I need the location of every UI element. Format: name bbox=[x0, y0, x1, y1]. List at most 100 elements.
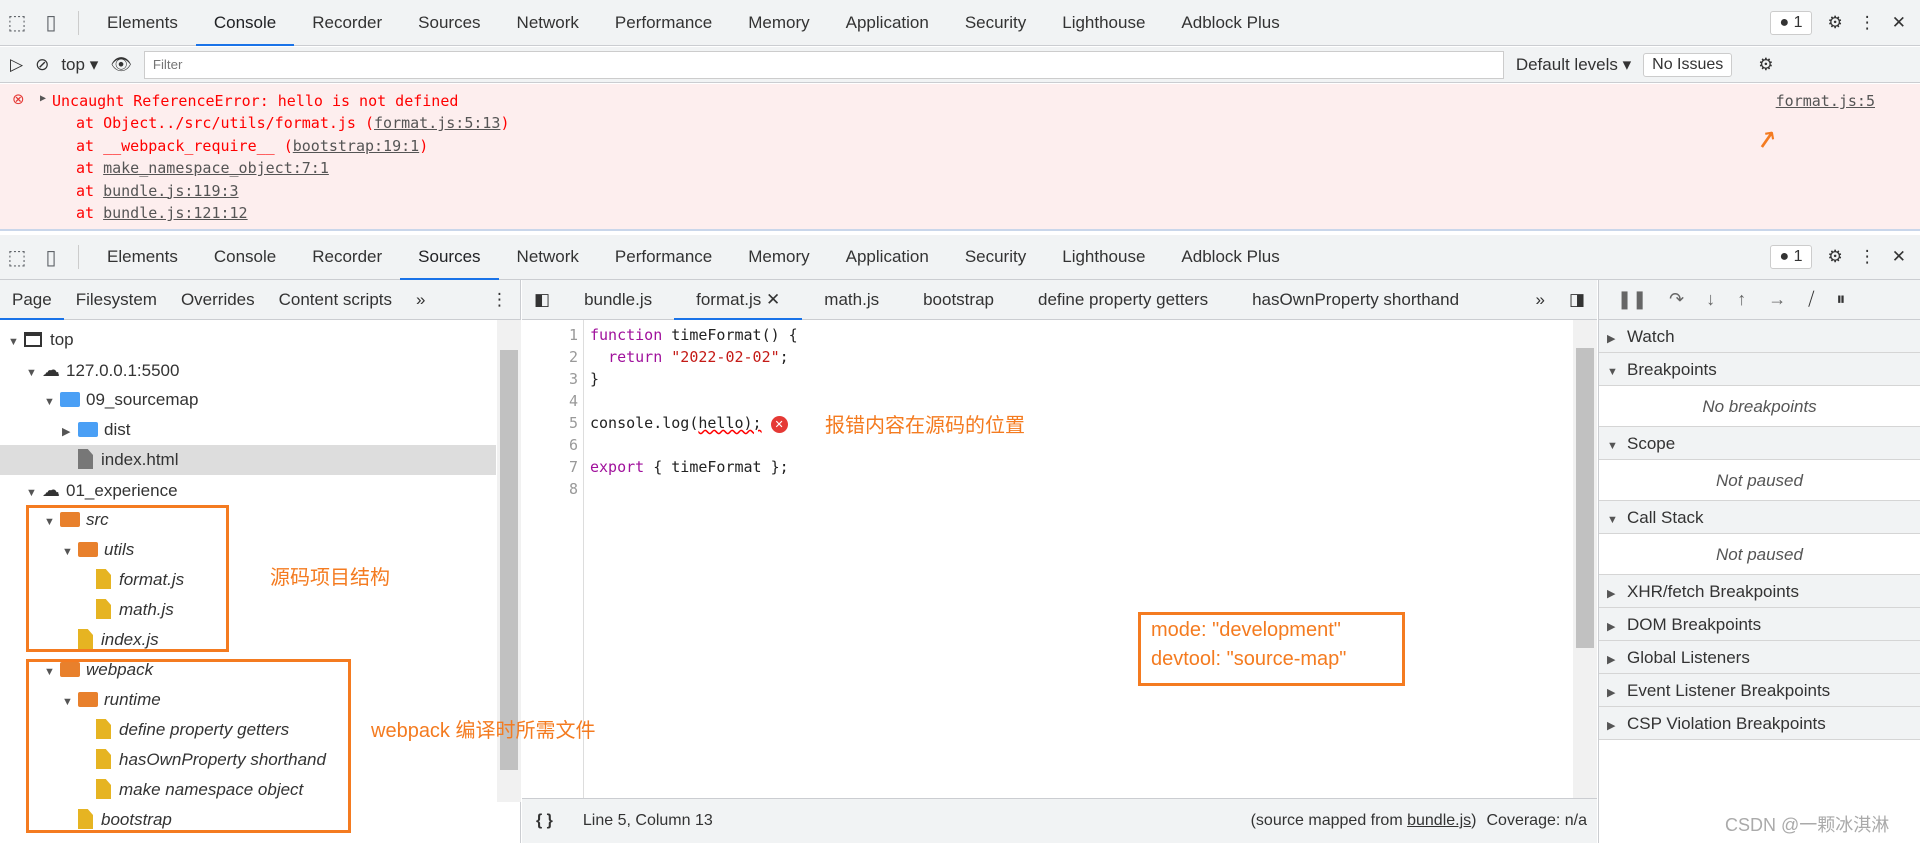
tab-sources[interactable]: Sources bbox=[400, 0, 498, 46]
step-out-icon[interactable]: ↑ bbox=[1737, 289, 1746, 310]
editor-tab[interactable]: bootstrap bbox=[901, 280, 1016, 320]
expand-triangle-icon[interactable]: ▶ bbox=[40, 93, 46, 104]
step-into-icon[interactable]: ↓ bbox=[1706, 289, 1715, 310]
levels-select[interactable]: Default levels ▾ bbox=[1516, 55, 1631, 75]
tree-item[interactable]: ▼ ☁ 01_experience bbox=[26, 475, 178, 505]
tab-elements[interactable]: Elements bbox=[89, 234, 196, 280]
inspect-element-icon[interactable]: ⬚ bbox=[0, 245, 34, 270]
eye-icon[interactable]: 👁 bbox=[110, 55, 132, 75]
tree-item[interactable]: index.html bbox=[0, 445, 496, 475]
editor-tab[interactable]: hasOwnProperty shorthand bbox=[1230, 280, 1481, 320]
sidebar-toggle-icon[interactable]: ▷ bbox=[10, 55, 23, 75]
bundle-link[interactable]: bundle.js bbox=[1407, 812, 1471, 829]
stack-frame: at make_namespace_object:7:1 bbox=[76, 159, 329, 177]
stack-frame-link[interactable]: bundle.js:119:3 bbox=[103, 182, 238, 200]
tab-memory[interactable]: Memory bbox=[730, 0, 827, 46]
editor-scrollbar[interactable] bbox=[1573, 320, 1597, 798]
tree-item[interactable]: ▼ top bbox=[8, 325, 74, 355]
editor-tab[interactable]: math.js bbox=[802, 280, 901, 320]
toggle-debugger-icon[interactable]: ◨ bbox=[1557, 280, 1597, 320]
debugger-section[interactable]: ▼ Breakpoints bbox=[1599, 353, 1920, 386]
close-icon[interactable]: ✕ bbox=[1892, 13, 1906, 33]
error-source-link[interactable]: format.js:5 bbox=[1776, 92, 1875, 110]
more-icon[interactable]: ⋮ bbox=[479, 280, 520, 320]
tab-console[interactable]: Console bbox=[196, 234, 294, 280]
tab-network[interactable]: Network bbox=[499, 0, 597, 46]
tab-elements[interactable]: Elements bbox=[89, 0, 196, 46]
close-icon[interactable]: ✕ bbox=[1892, 247, 1906, 267]
debugger-section[interactable]: ▶ Watch bbox=[1599, 320, 1920, 353]
tab-application[interactable]: Application bbox=[828, 0, 947, 46]
more-icon[interactable]: ⋮ bbox=[1859, 13, 1876, 33]
filter-input[interactable] bbox=[143, 50, 1504, 79]
pause-icon[interactable]: ❚❚ bbox=[1617, 289, 1647, 310]
tab-application[interactable]: Application bbox=[828, 234, 947, 280]
debugger-section[interactable]: ▶ Global Listeners bbox=[1599, 641, 1920, 674]
editor-tab[interactable]: bundle.js bbox=[562, 280, 674, 320]
console-settings-icon[interactable]: ⚙ bbox=[1758, 55, 1773, 75]
expand-triangle-icon: ▶ bbox=[1607, 654, 1616, 666]
expand-triangle-icon[interactable]: ▼ bbox=[26, 358, 42, 388]
error-marker-icon[interactable]: ✕ bbox=[770, 416, 788, 433]
debugger-section[interactable]: ▼ Scope bbox=[1599, 427, 1920, 460]
nav-tab-overrides[interactable]: Overrides bbox=[169, 280, 267, 320]
tab-security[interactable]: Security bbox=[947, 0, 1044, 46]
tab-performance[interactable]: Performance bbox=[597, 0, 730, 46]
debugger-section[interactable]: ▶ XHR/fetch Breakpoints bbox=[1599, 575, 1920, 608]
issues-badge[interactable]: ● 1 bbox=[1770, 10, 1812, 35]
tab-performance[interactable]: Performance bbox=[597, 234, 730, 280]
expand-triangle-icon[interactable]: ▼ bbox=[8, 327, 24, 357]
inspect-element-icon[interactable]: ⬚ bbox=[0, 10, 34, 35]
tab-recorder[interactable]: Recorder bbox=[294, 0, 400, 46]
device-toolbar-icon[interactable]: ▯ bbox=[34, 10, 68, 35]
nav-tab-page[interactable]: Page bbox=[0, 280, 64, 320]
device-toolbar-icon[interactable]: ▯ bbox=[34, 245, 68, 270]
tab-adblock[interactable]: Adblock Plus bbox=[1163, 234, 1297, 280]
pretty-print-icon[interactable]: { } bbox=[536, 812, 553, 830]
deactivate-breakpoints-icon[interactable]: ⧸ bbox=[1808, 289, 1814, 310]
stack-frame-link[interactable]: bootstrap:19:1 bbox=[293, 137, 419, 155]
step-icon[interactable]: → bbox=[1768, 289, 1786, 310]
tree-item[interactable]: ▼ 09_sourcemap bbox=[44, 385, 198, 415]
expand-triangle-icon[interactable]: ▶ bbox=[62, 417, 78, 447]
code-view[interactable]: 1 function timeFormat() {2 return "2022-0… bbox=[522, 320, 1597, 798]
tab-lighthouse[interactable]: Lighthouse bbox=[1044, 234, 1163, 280]
debugger-section[interactable]: ▶ CSP Violation Breakpoints bbox=[1599, 707, 1920, 740]
tab-sources[interactable]: Sources bbox=[400, 234, 499, 280]
nav-tab-content-scripts[interactable]: Content scripts bbox=[267, 280, 404, 320]
expand-triangle-icon[interactable]: ▼ bbox=[26, 478, 42, 508]
tab-memory[interactable]: Memory bbox=[730, 234, 827, 280]
more-tabs-icon[interactable]: » bbox=[1523, 280, 1556, 320]
tab-recorder[interactable]: Recorder bbox=[294, 234, 400, 280]
pause-on-exceptions-icon[interactable]: ⏸ bbox=[1836, 289, 1845, 310]
expand-triangle-icon[interactable]: ▼ bbox=[44, 387, 60, 417]
more-icon[interactable]: ⋮ bbox=[1859, 247, 1876, 267]
code-line: console.log(hello); ✕ bbox=[590, 412, 788, 434]
issues-badge[interactable]: ● 1 bbox=[1770, 245, 1812, 269]
debugger-section[interactable]: ▶ DOM Breakpoints bbox=[1599, 608, 1920, 641]
step-over-icon[interactable]: ↷ bbox=[1669, 289, 1684, 310]
stack-frame-link[interactable]: bundle.js:121:12 bbox=[103, 204, 248, 222]
tab-adblock[interactable]: Adblock Plus bbox=[1163, 0, 1297, 46]
context-select[interactable]: top ▾ bbox=[61, 55, 98, 75]
toggle-navigator-icon[interactable]: ◧ bbox=[522, 280, 562, 320]
gear-icon[interactable]: ⚙ bbox=[1828, 13, 1843, 33]
editor-tab[interactable]: format.js ✕ bbox=[674, 280, 803, 320]
tab-network[interactable]: Network bbox=[499, 234, 597, 280]
gear-icon[interactable]: ⚙ bbox=[1828, 247, 1843, 267]
editor-tab[interactable]: define property getters bbox=[1016, 280, 1230, 320]
tree-item[interactable]: ▶ dist bbox=[62, 415, 130, 445]
close-tab-icon[interactable]: ✕ bbox=[766, 290, 780, 309]
nav-tab-filesystem[interactable]: Filesystem bbox=[64, 280, 169, 320]
stack-frame-link[interactable]: make_namespace_object:7:1 bbox=[103, 159, 329, 177]
stack-frame-link[interactable]: format.js:5:13 bbox=[374, 114, 500, 132]
debugger-section[interactable]: ▶ Event Listener Breakpoints bbox=[1599, 674, 1920, 707]
clear-console-icon[interactable]: ⊘ bbox=[35, 55, 49, 75]
tab-security[interactable]: Security bbox=[947, 234, 1044, 280]
tree-item[interactable]: ▼ ☁ 127.0.0.1:5500 bbox=[26, 355, 179, 385]
more-tabs-icon[interactable]: » bbox=[404, 280, 437, 320]
tab-console[interactable]: Console bbox=[195, 0, 295, 46]
debugger-section[interactable]: ▼ Call Stack bbox=[1599, 501, 1920, 534]
tab-lighthouse[interactable]: Lighthouse bbox=[1044, 0, 1163, 46]
no-issues-button[interactable]: No Issues bbox=[1643, 52, 1733, 77]
